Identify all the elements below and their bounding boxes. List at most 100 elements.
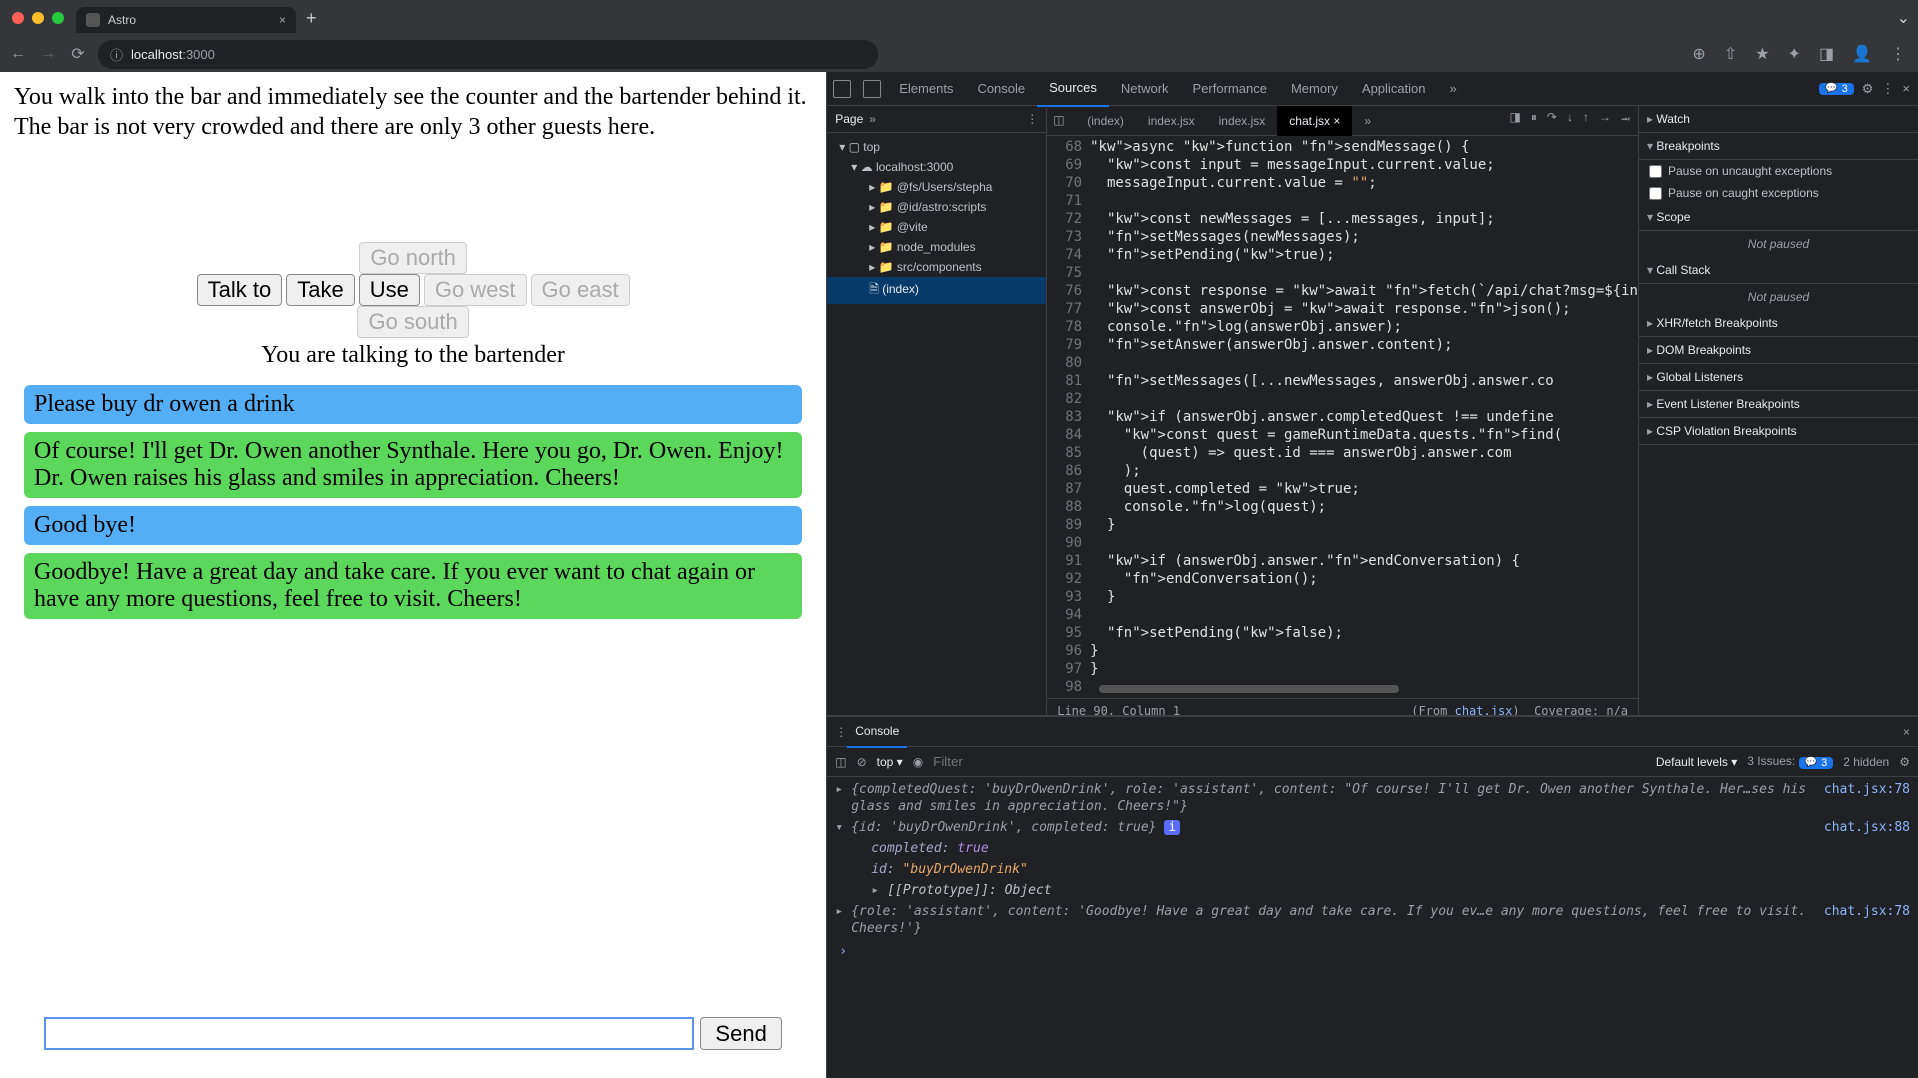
- device-toggle-icon[interactable]: [863, 80, 881, 98]
- source-link[interactable]: chat.jsx:88: [1816, 819, 1910, 836]
- sidepanel-icon[interactable]: ◨: [1815, 44, 1838, 64]
- watch-section[interactable]: Watch: [1639, 106, 1918, 133]
- tab-console[interactable]: Console: [965, 72, 1037, 106]
- bookmark-icon[interactable]: ★: [1751, 44, 1773, 64]
- tab-performance[interactable]: Performance: [1181, 72, 1279, 106]
- callstack-section[interactable]: Call Stack: [1639, 257, 1918, 284]
- tab-application[interactable]: Application: [1350, 72, 1438, 106]
- file-tab[interactable]: index.jsx: [1136, 106, 1207, 136]
- browser-tab[interactable]: Astro ×: [76, 7, 296, 33]
- chevron-down-icon[interactable]: ⌄: [1897, 8, 1910, 28]
- console-prompt[interactable]: ›: [831, 939, 1914, 964]
- horizontal-scrollbar[interactable]: [1099, 685, 1399, 693]
- step-over-icon[interactable]: ↷: [1547, 110, 1557, 131]
- url-field[interactable]: ⓘ localhost:3000: [98, 40, 878, 69]
- log-levels-select[interactable]: Default levels ▾: [1656, 755, 1737, 769]
- more-tabs-icon[interactable]: »: [1438, 72, 1469, 106]
- step-out-icon[interactable]: ↑: [1583, 110, 1589, 131]
- more-panes-icon[interactable]: »: [869, 112, 876, 126]
- scope-section[interactable]: Scope: [1639, 204, 1918, 231]
- expand-icon[interactable]: ▸: [835, 781, 851, 815]
- tab-elements[interactable]: Elements: [887, 72, 965, 106]
- pause-uncaught-checkbox[interactable]: Pause on uncaught exceptions: [1639, 160, 1918, 182]
- clear-console-icon[interactable]: ⊘: [857, 755, 867, 769]
- cursor-position: Line 90, Column 1: [1057, 702, 1180, 716]
- tree-folder[interactable]: src/components: [827, 257, 1046, 277]
- file-tab[interactable]: index.jsx: [1207, 106, 1278, 136]
- settings-icon[interactable]: ⚙: [1862, 81, 1874, 97]
- tree-folder[interactable]: node_modules: [827, 237, 1046, 257]
- talk-to-button[interactable]: Talk to: [197, 274, 283, 306]
- collapse-icon[interactable]: ▾: [835, 819, 851, 836]
- reload-button[interactable]: ⟳: [68, 44, 88, 64]
- context-select[interactable]: top ▾: [877, 755, 903, 769]
- expand-icon[interactable]: ▸: [835, 903, 851, 937]
- tree-folder[interactable]: @fs/Users/stepha: [827, 177, 1046, 197]
- close-devtools-icon[interactable]: ×: [1902, 81, 1910, 96]
- send-button[interactable]: Send: [700, 1017, 781, 1050]
- use-button[interactable]: Use: [359, 274, 420, 306]
- pause-caught-checkbox[interactable]: Pause on caught exceptions: [1639, 182, 1918, 204]
- minimize-window-icon[interactable]: [32, 12, 44, 24]
- go-south-button[interactable]: Go south: [357, 306, 468, 338]
- site-info-icon[interactable]: ⓘ: [110, 45, 123, 64]
- page-pane-label[interactable]: Page: [835, 112, 863, 126]
- console-body[interactable]: ▸ {completedQuest: 'buyDrOwenDrink', rol…: [827, 777, 1918, 1078]
- share-icon[interactable]: ⇧: [1720, 44, 1741, 64]
- close-drawer-icon[interactable]: ×: [1903, 725, 1910, 739]
- message-input[interactable]: [44, 1017, 694, 1050]
- pause-icon[interactable]: ⏸: [1531, 110, 1537, 131]
- tab-sources[interactable]: Sources: [1037, 71, 1109, 107]
- tree-folder[interactable]: @id/astro:scripts: [827, 197, 1046, 217]
- drawer-menu-icon[interactable]: ⋮: [835, 725, 847, 739]
- file-tab-active[interactable]: chat.jsx ×: [1277, 106, 1352, 136]
- profile-icon[interactable]: 👤: [1848, 44, 1876, 64]
- back-button[interactable]: ←: [8, 45, 28, 63]
- menu-icon[interactable]: ⋮: [1886, 44, 1910, 64]
- take-button[interactable]: Take: [286, 274, 354, 306]
- new-tab-button[interactable]: +: [306, 8, 317, 29]
- source-link[interactable]: chat.jsx:78: [1816, 903, 1910, 937]
- navigator-menu-icon[interactable]: ⋮: [1026, 112, 1038, 126]
- go-north-button[interactable]: Go north: [359, 242, 467, 274]
- tree-file-index[interactable]: (index): [827, 277, 1046, 304]
- step-into-icon[interactable]: ↓: [1567, 110, 1573, 131]
- tab-memory[interactable]: Memory: [1279, 72, 1350, 106]
- deactivate-bp-icon[interactable]: ⭲: [1621, 110, 1630, 131]
- extensions-icon[interactable]: ✦: [1784, 44, 1805, 64]
- close-tab-icon[interactable]: ×: [279, 13, 286, 27]
- kebab-icon[interactable]: ⋮: [1881, 81, 1894, 97]
- code-editor[interactable]: 6869707172737475767778798081828384858687…: [1047, 136, 1638, 715]
- toggle-sidebar-icon[interactable]: ◨: [1510, 110, 1521, 131]
- toggle-navigator-icon[interactable]: ◫: [1053, 113, 1069, 129]
- live-expr-icon[interactable]: ◉: [913, 755, 923, 769]
- maximize-window-icon[interactable]: [52, 12, 64, 24]
- inspect-icon[interactable]: [833, 80, 851, 98]
- csp-bp-section[interactable]: CSP Violation Breakpoints: [1639, 418, 1918, 445]
- tree-top[interactable]: top: [827, 137, 1046, 157]
- go-west-button[interactable]: Go west: [424, 274, 527, 306]
- tab-network[interactable]: Network: [1109, 72, 1181, 106]
- close-window-icon[interactable]: [12, 12, 24, 24]
- zoom-icon[interactable]: ⊕: [1688, 44, 1709, 64]
- info-badge-icon[interactable]: i: [1164, 820, 1180, 835]
- go-east-button[interactable]: Go east: [531, 274, 630, 306]
- breakpoints-section[interactable]: Breakpoints: [1639, 133, 1918, 160]
- step-icon[interactable]: →: [1599, 110, 1611, 131]
- global-listeners-section[interactable]: Global Listeners: [1639, 364, 1918, 391]
- log-prototype[interactable]: ▸[[Prototype]]: Object: [831, 880, 1914, 901]
- console-settings-icon[interactable]: ⚙: [1899, 755, 1910, 769]
- tree-host[interactable]: localhost:3000: [827, 157, 1046, 177]
- console-title[interactable]: Console: [847, 716, 907, 748]
- console-filter-input[interactable]: [933, 754, 1646, 769]
- event-bp-section[interactable]: Event Listener Breakpoints: [1639, 391, 1918, 418]
- dom-bp-section[interactable]: DOM Breakpoints: [1639, 337, 1918, 364]
- issues-label[interactable]: 3 Issues: 3: [1747, 754, 1833, 769]
- tree-folder[interactable]: @vite: [827, 217, 1046, 237]
- file-tab[interactable]: (index): [1075, 106, 1136, 136]
- source-link[interactable]: chat.jsx:78: [1816, 781, 1910, 815]
- more-file-tabs-icon[interactable]: »: [1352, 106, 1383, 136]
- xhr-bp-section[interactable]: XHR/fetch Breakpoints: [1639, 310, 1918, 337]
- issues-badge[interactable]: 3: [1819, 83, 1854, 95]
- console-sidebar-icon[interactable]: ◫: [835, 755, 846, 769]
